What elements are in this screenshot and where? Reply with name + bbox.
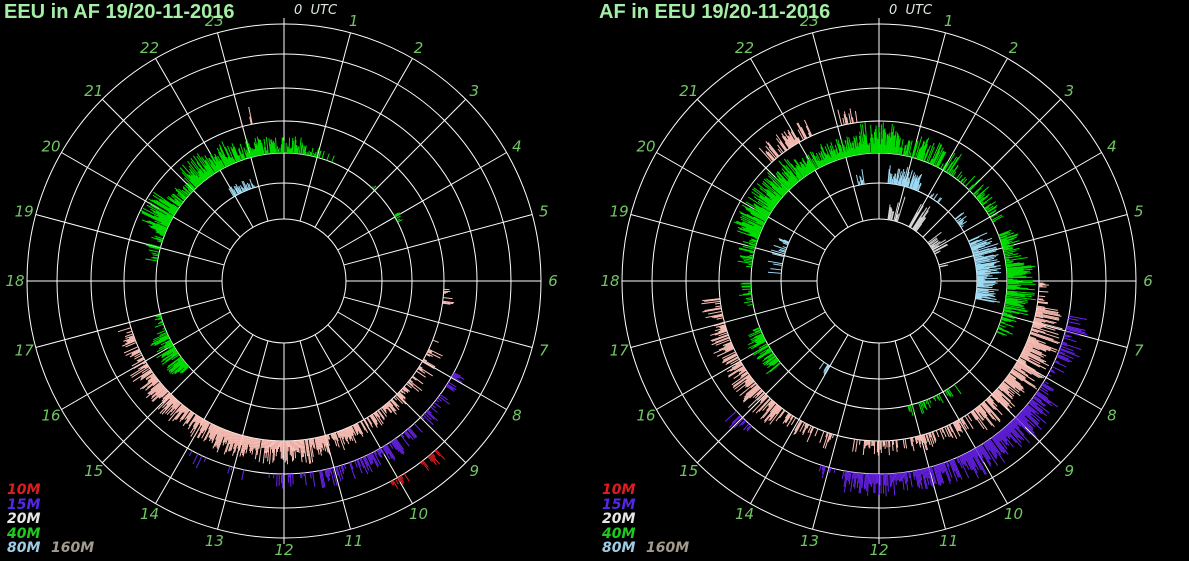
- hour-label: 15: [679, 462, 698, 480]
- hour-label: 18: [600, 272, 619, 290]
- hour-spoke: [895, 33, 945, 221]
- hour-label: 22: [140, 39, 159, 57]
- hour-label: 11: [344, 532, 363, 550]
- hour-spoke: [933, 312, 1102, 410]
- legend-item-20m: 20M: [602, 512, 635, 527]
- chart-title: EEU in AF 19/20-11-2016: [4, 1, 235, 24]
- hour-spoke: [344, 297, 532, 347]
- hour-label: 1: [349, 12, 359, 30]
- hour-label: 13: [800, 532, 819, 550]
- hour-label: 9: [1064, 462, 1074, 480]
- hour-spoke: [939, 214, 1127, 264]
- hour-label: 2: [414, 39, 424, 57]
- propagation-activity-dashboard: 1234567891011121314151617181920212223 EE…: [0, 0, 1189, 561]
- legend-item-160m: 160M: [51, 541, 94, 556]
- hour-label: 16: [636, 407, 655, 425]
- grid-ring: [222, 219, 346, 343]
- hour-label: 12: [869, 541, 888, 559]
- hour-label: 6: [1143, 272, 1153, 290]
- hour-spoke: [338, 312, 507, 410]
- hour-label: 10: [409, 505, 428, 523]
- hour-spoke: [328, 99, 466, 237]
- hour-label: 1: [944, 12, 954, 30]
- hour-label: 7: [539, 342, 549, 360]
- hour-label: 20: [636, 138, 655, 156]
- hour-spoke: [300, 33, 350, 221]
- band-activity-80m: [229, 179, 255, 197]
- legend-item-160m: 160M: [646, 541, 689, 556]
- band-legend: 10M15M20M40M80M160M: [602, 483, 782, 561]
- hour-spoke: [812, 33, 862, 221]
- hour-label: 17: [610, 342, 630, 360]
- hour-spoke: [315, 58, 413, 227]
- hour-label: 13: [205, 532, 224, 550]
- hour-label: 2: [1009, 39, 1019, 57]
- chart-af-in-eeu: 1234567891011121314151617181920212223 AF…: [595, 0, 1189, 561]
- band-activity-15m: [189, 373, 464, 489]
- hour-label: 4: [512, 138, 522, 156]
- hour-label: 22: [735, 39, 754, 57]
- utc-axis-label: 0 UTC: [889, 3, 932, 18]
- hour-spoke: [631, 214, 819, 264]
- legend-item-10m: 10M: [602, 483, 635, 498]
- hour-label: 10: [1004, 505, 1023, 523]
- hour-spoke: [217, 33, 267, 221]
- band-legend: 10M15M20M40M80M160M: [7, 483, 187, 561]
- hour-label: 11: [939, 532, 958, 550]
- band-activity-160m: [888, 197, 948, 267]
- hour-label: 16: [41, 407, 60, 425]
- legend-item-10m: 10M: [7, 483, 40, 498]
- hour-spoke: [751, 58, 849, 227]
- hour-label: 15: [84, 462, 103, 480]
- polar-clock-chart-af-in-eeu: 1234567891011121314151617181920212223: [595, 0, 1189, 561]
- hour-label: 8: [512, 407, 522, 425]
- hour-label: 21: [84, 82, 103, 100]
- hour-spoke: [156, 58, 254, 227]
- band-activity-20m: [118, 107, 454, 464]
- hour-label: 3: [469, 82, 479, 100]
- hour-label: 9: [469, 462, 479, 480]
- hour-spoke: [344, 214, 532, 264]
- hour-label: 12: [274, 541, 293, 559]
- hour-spoke: [61, 312, 230, 410]
- grid-ring: [817, 219, 941, 343]
- legend-item-20m: 20M: [7, 512, 40, 527]
- hour-spoke: [338, 153, 507, 251]
- hour-label: 19: [610, 202, 629, 220]
- hour-label: 17: [15, 342, 35, 360]
- polar-clock-chart-eeu-in-af: 1234567891011121314151617181920212223: [0, 0, 595, 561]
- hour-label: 7: [1134, 342, 1144, 360]
- hour-label: 6: [548, 272, 558, 290]
- utc-axis-label: 0 UTC: [294, 3, 337, 18]
- hour-label: 8: [1107, 407, 1117, 425]
- chart-title: AF in EEU 19/20-11-2016: [599, 1, 830, 24]
- hour-spoke: [36, 214, 224, 264]
- legend-item-80m: 80M: [602, 541, 635, 556]
- hour-label: 4: [1107, 138, 1117, 156]
- hour-spoke: [812, 341, 862, 529]
- hour-label: 5: [1134, 202, 1144, 220]
- hour-label: 3: [1064, 82, 1074, 100]
- legend-item-80m: 80M: [7, 541, 40, 556]
- hour-label: 21: [679, 82, 698, 100]
- hour-label: 19: [15, 202, 34, 220]
- band-activity-10m: [391, 450, 445, 489]
- hour-label: 5: [539, 202, 549, 220]
- hour-label: 20: [41, 138, 60, 156]
- chart-eeu-in-af: 1234567891011121314151617181920212223 EE…: [0, 0, 595, 561]
- hour-label: 18: [5, 272, 24, 290]
